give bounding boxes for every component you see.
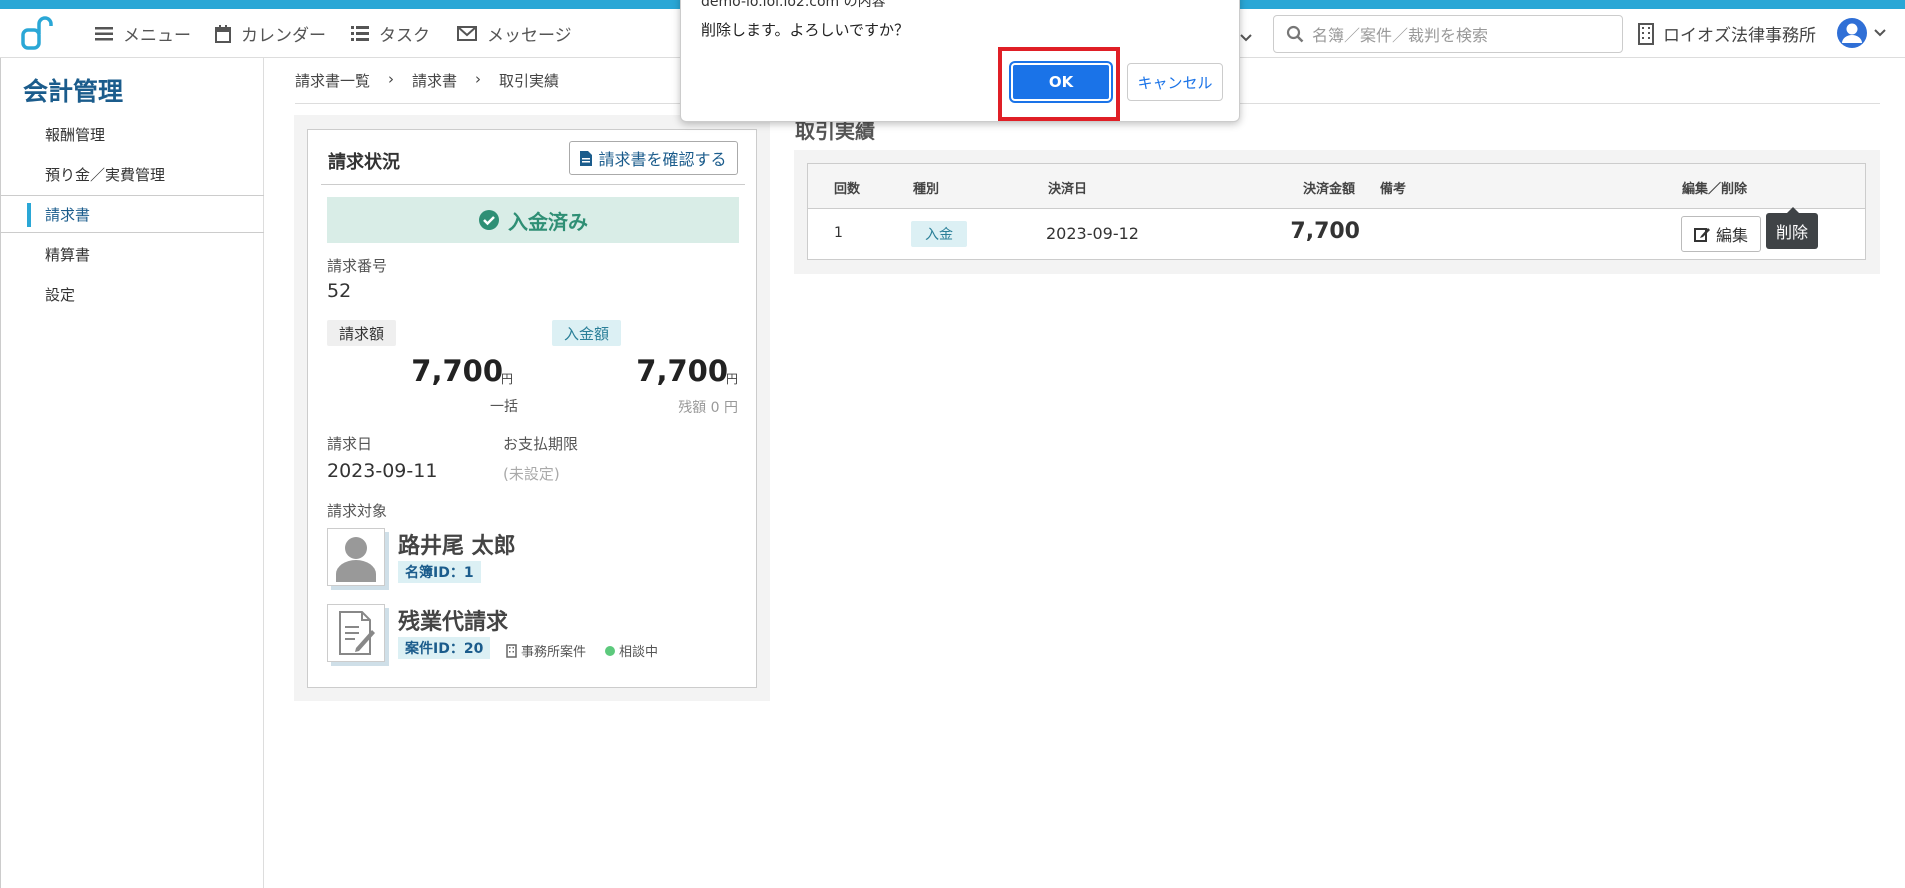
nav-message[interactable]: メッセージ [457, 9, 572, 58]
status-dot-icon [605, 645, 615, 656]
matter-status-label: 相談中 [619, 645, 659, 660]
firm-name: ロイオズ法律事務所 [1663, 26, 1816, 46]
invoice-number-label: 請求番号 [327, 257, 388, 275]
header-actions: 編集／削除 [1682, 182, 1748, 197]
chevron-right-icon: › [475, 70, 482, 88]
confirm-invoice-label: 請求書を確認する [598, 150, 727, 169]
breadcrumb: 請求書一覧 › 請求書 › 取引実績 [295, 70, 559, 91]
sidebar-item-settlements[interactable]: 精算書 [1, 235, 264, 273]
row-type-badge: 入金 [911, 221, 967, 247]
billed-amount-chip: 請求額 [327, 320, 397, 346]
balance-note: 残額 0 円 [678, 400, 738, 416]
chevron-right-icon: › [388, 70, 395, 88]
user-menu[interactable] [1836, 17, 1886, 49]
row-count: 1 [834, 225, 843, 241]
chevron-down-icon[interactable] [1240, 27, 1252, 46]
due-date-label: お支払期限 [503, 435, 579, 453]
sidebar-item-deposits[interactable]: 預り金／実費管理 [1, 155, 264, 193]
matter-avatar [327, 604, 385, 662]
sidebar-title: 会計管理 [23, 77, 124, 106]
nav-menu-label: メニュー [123, 26, 191, 46]
confirm-dialog: demo-lo.loi.lo2.com の内容 削除します。よろしいですか？ O… [680, 0, 1240, 122]
divider [321, 184, 745, 185]
breadcrumb-transactions: 取引実績 [499, 72, 560, 90]
envelope-icon [457, 26, 477, 41]
person-icon [336, 537, 376, 582]
client-avatar [327, 528, 385, 586]
task-list-icon [351, 26, 369, 41]
client-id-badge: 名簿ID：1 [398, 561, 481, 583]
check-circle-icon [478, 209, 508, 231]
header-type: 種別 [913, 182, 940, 197]
hamburger-icon [95, 26, 113, 41]
matter-name[interactable]: 残業代請求 [398, 604, 508, 636]
sidebar-item-invoices[interactable]: 請求書 [1, 195, 264, 233]
matter-status: 相談中 [605, 641, 658, 660]
breadcrumb-invoice[interactable]: 請求書 [412, 70, 457, 91]
status-label: 入金済み [508, 209, 588, 234]
nav-calendar-label: カレンダー [241, 26, 326, 46]
status-banner: 入金済み [327, 197, 739, 243]
billed-amount: 7,700 [411, 354, 503, 388]
billed-unit: 円 [501, 372, 514, 386]
confirm-invoice-button[interactable]: 請求書を確認する [569, 141, 738, 175]
panel-title: 請求状況 [328, 152, 400, 173]
transactions-table: 回数 種別 決済日 決済金額 備考 編集／削除 1 入金 2023-09-12 … [807, 163, 1866, 260]
table-header: 回数 種別 決済日 決済金額 備考 編集／削除 [808, 164, 1865, 209]
breadcrumb-invoice-list[interactable]: 請求書一覧 [295, 70, 370, 91]
dialog-header: demo-lo.loi.lo2.com の内容 [701, 0, 886, 10]
paid-unit: 円 [726, 372, 739, 386]
cancel-button[interactable]: キャンセル [1127, 63, 1223, 101]
invoice-number: 52 [327, 280, 352, 302]
nav-task[interactable]: タスク [351, 9, 430, 58]
firm-selector[interactable]: ロイオズ法律事務所 [1637, 9, 1816, 58]
document-edit-icon [339, 611, 375, 655]
nav-task-label: タスク [379, 26, 430, 46]
building-icon [1637, 22, 1663, 45]
search-placeholder: 名簿／案件／裁判を検索 [1312, 26, 1489, 45]
invoice-date-label: 請求日 [327, 435, 373, 453]
header-date: 決済日 [1048, 182, 1088, 197]
matter-type-label: 事務所案件 [521, 645, 587, 660]
sidebar: 会計管理 報酬管理 預り金／実費管理 請求書 精算書 設定 [0, 58, 264, 888]
due-date: (未設定) [503, 465, 560, 483]
row-date: 2023-09-12 [1046, 224, 1139, 243]
document-icon [580, 150, 598, 166]
edit-icon [1693, 226, 1716, 242]
edit-button[interactable]: 編集 [1681, 216, 1761, 252]
matter-type: 事務所案件 [506, 641, 586, 660]
header-count: 回数 [834, 182, 861, 197]
edit-label: 編集 [1715, 226, 1748, 245]
header-amount: 決済金額 [1303, 182, 1356, 197]
invoice-date: 2023-09-11 [327, 460, 438, 482]
delete-tooltip: 削除 [1766, 207, 1818, 249]
invoice-status-panel: 請求状況 請求書を確認する 入金済み 請求番号 52 請求額 入金額 7,700… [307, 129, 757, 688]
user-avatar-icon [1836, 17, 1868, 49]
nav-menu[interactable]: メニュー [95, 9, 191, 58]
billing-target-label: 請求対象 [327, 502, 388, 520]
row-amount: 7,700 [1290, 219, 1360, 244]
search-input[interactable]: 名簿／案件／裁判を検索 [1273, 15, 1623, 53]
dialog-message: 削除します。よろしいですか？ [701, 21, 910, 39]
client-name[interactable]: 路井尾 太郎 [398, 528, 516, 560]
building-icon [506, 643, 517, 658]
search-icon [1286, 25, 1312, 43]
nav-calendar[interactable]: カレンダー [215, 9, 326, 58]
ok-button-highlight [998, 47, 1120, 121]
calendar-icon [215, 24, 231, 43]
billed-note: 一括 [490, 399, 518, 415]
nav-message-label: メッセージ [487, 26, 572, 46]
sidebar-item-fee-management[interactable]: 報酬管理 [1, 115, 264, 153]
header-note: 備考 [1380, 182, 1407, 197]
paid-amount: 7,700 [636, 354, 728, 388]
app-logo-icon[interactable] [20, 14, 58, 52]
matter-id-badge: 案件ID：20 [398, 637, 491, 659]
chevron-down-icon [1874, 29, 1886, 37]
paid-amount-chip: 入金額 [552, 320, 622, 346]
sidebar-item-settings[interactable]: 設定 [1, 275, 264, 313]
